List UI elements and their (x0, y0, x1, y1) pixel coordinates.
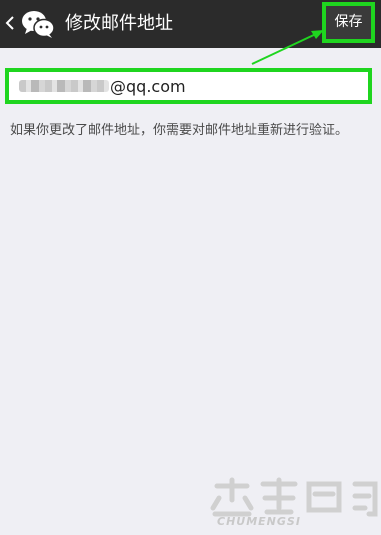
hint-text: 如果你更改了邮件地址，你需要对邮件地址重新进行验证。 (10, 123, 349, 138)
email-domain: @qq.com (110, 76, 186, 96)
email-field[interactable]: @qq.com (5, 68, 372, 104)
watermark-caption: CHUMENGSI (217, 515, 301, 528)
page-title: 修改邮件地址 (65, 13, 173, 34)
redacted-username (19, 80, 109, 92)
save-button[interactable]: 保存 (322, 2, 375, 43)
top-bar: 修改邮件地址 保存 (0, 0, 381, 48)
